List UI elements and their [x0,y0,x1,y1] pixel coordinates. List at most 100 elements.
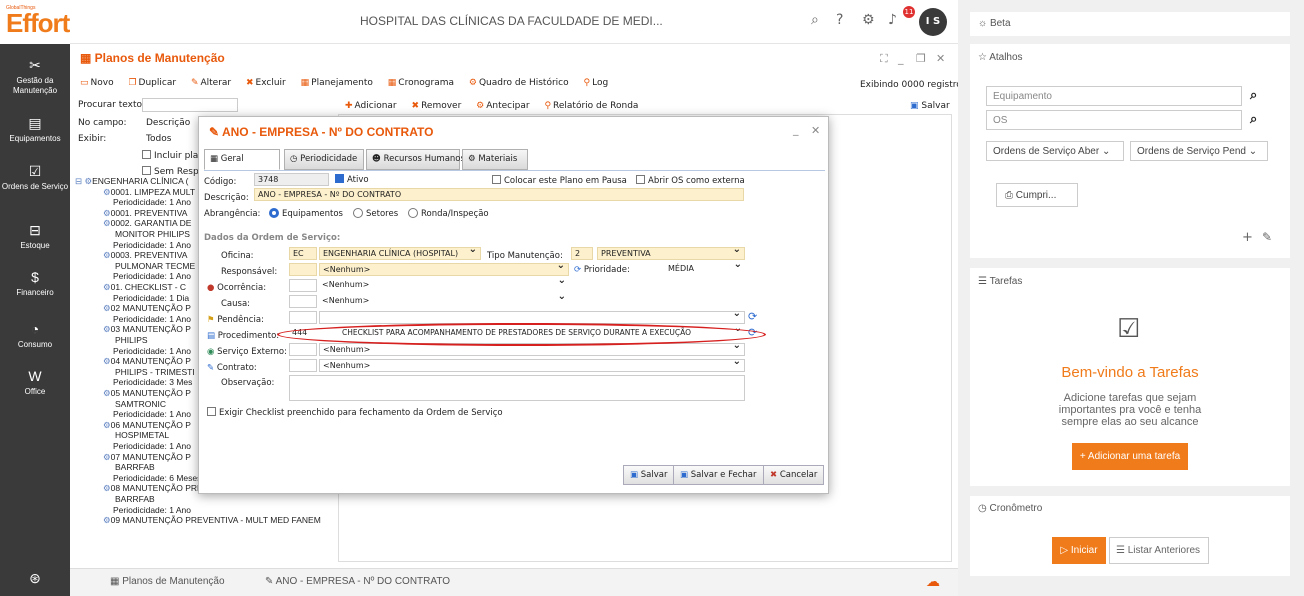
refresh-icon[interactable]: ⟳ [574,265,581,275]
maximize-icon[interactable]: ⛶ [880,52,888,66]
cancel-button[interactable]: ✖ Cancelar [763,465,825,485]
checkbox[interactable] [492,175,501,184]
anticipate-button[interactable]: ⚙ Antecipar [476,101,535,111]
radio-setores[interactable]: Setores [353,208,398,219]
nav-equipamentos[interactable]: ▤ Equipamentos [0,115,70,144]
history-button[interactable]: ⚙ Quadro de Histórico [469,78,575,88]
procedimento-select[interactable]: CHECKLIST PARA ACOMPANHAMENTO DE PRESTAD… [339,327,745,340]
restore-icon[interactable]: ❐ [916,52,926,65]
tree-item[interactable]: BARRFAB [115,462,155,472]
radio[interactable] [408,208,418,218]
close-icon[interactable]: ✕ [936,52,945,65]
include-checkbox[interactable]: Incluir plan [142,150,204,161]
tab-materiais[interactable]: ⚙ Materiais [462,149,528,170]
radio-equipamentos[interactable]: Equipamentos [269,208,343,219]
tree-item[interactable]: BARRFAB [115,494,155,504]
tree-item[interactable]: ⚙07 MANUTENÇÃO P [103,452,191,462]
avatar[interactable]: I S [919,8,947,36]
tree-item[interactable]: ⚙02 MANUTENÇÃO P [103,303,191,313]
refresh-icon[interactable]: ⟳ [748,326,757,339]
pendencia-select[interactable] [319,311,745,324]
checkbox[interactable] [636,175,645,184]
contrato-select[interactable]: <Nenhum> [319,359,745,372]
tree-item[interactable]: PHILIPS [115,335,148,345]
tree-item[interactable]: ⚙03 MANUTENÇÃO P [103,324,191,334]
tipo-code[interactable]: 2 [571,247,593,260]
chat-icon[interactable]: ☁ [926,573,940,590]
field-select[interactable]: Descrição [146,118,190,128]
hospital-name[interactable]: HOSPITAL DAS CLÍNICAS DA FACULDADE DE ME… [360,14,663,28]
tree-item[interactable]: ⚙01. CHECKLIST - C [103,282,186,292]
os-pendentes-select[interactable]: Ordens de Serviço Pend ⌄ [1130,141,1268,161]
oficina-code[interactable]: EC [289,247,317,260]
prioridade-select[interactable]: MÉDIA [665,263,745,276]
os-abertas-select[interactable]: Ordens de Serviço Aber ⌄ [986,141,1124,161]
tree-item-periodicity[interactable]: Periodicidade: 3 Mes [113,377,192,387]
tab-planos[interactable]: ▦ Planos de Manutenção [110,576,225,587]
add-icon[interactable]: + [1242,230,1253,245]
nav-financeiro[interactable]: $ Financeiro [0,269,70,298]
tree-item[interactable]: MONITOR PHILIPS [115,229,190,239]
externa-checkbox[interactable]: Abrir OS como externa [636,175,745,186]
equipamento-input[interactable]: Equipamento [986,86,1242,106]
bell-icon[interactable]: ♪ [888,12,897,28]
edit-button[interactable]: ✎ Alterar [191,78,237,88]
tree-item-periodicity[interactable]: Periodicidade: 1 Ano [113,314,191,324]
externo-select[interactable]: <Nenhum> [319,343,745,356]
exigir-checkbox[interactable]: Exigir Checklist preenchido para fechame… [207,407,503,418]
checkbox[interactable] [335,174,344,183]
help-icon[interactable]: ? [836,12,843,28]
list-previous-button[interactable]: ☰ Listar Anteriores [1109,537,1209,564]
tree-item[interactable]: ⚙04 MANUTENÇÃO P [103,356,191,366]
tree-item[interactable]: ⚙0001. PREVENTIVA [103,208,187,218]
minimize-icon[interactable]: _ [793,123,799,136]
tree-item-periodicity[interactable]: Periodicidade: 1 Ano [113,409,191,419]
duplicate-button[interactable]: ❐ Duplicar [128,78,182,88]
pencil-icon[interactable]: ✎ [1262,230,1272,244]
add-task-button[interactable]: + Adicionar uma tarefa [1072,443,1188,470]
beta-header[interactable]: ☼ Beta [978,18,1011,29]
search-icon[interactable]: ⌕ [1250,88,1257,103]
tree-item-periodicity[interactable]: Periodicidade: 1 Ano [113,197,191,207]
causa-code[interactable] [289,295,317,308]
tree-item-periodicity[interactable]: Periodicidade: 1 Ano [113,240,191,250]
pendencia-code[interactable] [289,311,317,324]
save-close-button[interactable]: ▣ Salvar e Fechar [673,465,764,485]
tree-item[interactable]: ⊟ ⚙ENGENHARIA CLÍNICA ( [75,176,188,186]
checkbox[interactable] [142,166,151,175]
nav-consumo[interactable]: ◔ Consumo [0,321,70,350]
tipo-select[interactable]: PREVENTIVA [597,247,745,260]
externo-code[interactable] [289,343,317,356]
planning-button[interactable]: ▦ Planejamento [301,78,379,88]
tree-item[interactable]: HOSPIMETAL [115,430,169,440]
save-button[interactable]: ▣ Salvar [910,101,950,111]
responsavel-select[interactable]: <Nenhum> [319,263,569,276]
tree-item[interactable]: ⚙0003. PREVENTIVA [103,250,187,260]
responsavel-code[interactable] [289,263,317,276]
add-button[interactable]: ✚ Adicionar [345,101,403,111]
tree-item-periodicity[interactable]: Periodicidade: 1 Ano [113,505,191,515]
tree-item[interactable]: ⚙09 MANUTENÇÃO PREVENTIVA - MULT MED FAN… [103,515,321,525]
radio-ronda[interactable]: Ronda/Inspeção [408,208,489,219]
nav-gestao[interactable]: ✂ Gestão da Manutenção [0,57,70,96]
delete-button[interactable]: ✖ Excluir [246,78,292,88]
tree-item-periodicity[interactable]: Periodicidade: 1 Dia [113,293,189,303]
remove-button[interactable]: ✖ Remover [412,101,468,111]
ocorrencia-select[interactable]: <Nenhum> [319,279,569,292]
pausa-checkbox[interactable]: Colocar este Plano em Pausa [492,175,627,186]
tree-item-periodicity[interactable]: Periodicidade: 6 Meses [113,473,201,483]
tree-item-periodicity[interactable]: Periodicidade: 1 Ano [113,346,191,356]
tab-periodicidade[interactable]: ◷ Periodicidade [284,149,364,170]
save-button[interactable]: ▣ Salvar [623,465,675,485]
logo[interactable]: GlobalThings Effort [0,0,70,44]
oficina-select[interactable]: ENGENHARIA CLÍNICA (HOSPITAL) [319,247,481,260]
descricao-field[interactable]: ANO - EMPRESA - Nº DO CONTRATO [254,188,744,201]
tree-item[interactable]: ⚙0001. LIMPEZA MULT [103,187,195,197]
minimize-icon[interactable]: _ [898,52,904,65]
search-input[interactable] [142,98,238,112]
report-button[interactable]: ⚲ Relatório de Ronda [544,101,644,111]
tree-item[interactable]: ⚙0002. GARANTIA DE [103,218,191,228]
start-button[interactable]: ▷ Iniciar [1052,537,1106,564]
log-button[interactable]: ⚲ Log [584,78,615,88]
close-icon[interactable]: ✕ [811,124,820,137]
